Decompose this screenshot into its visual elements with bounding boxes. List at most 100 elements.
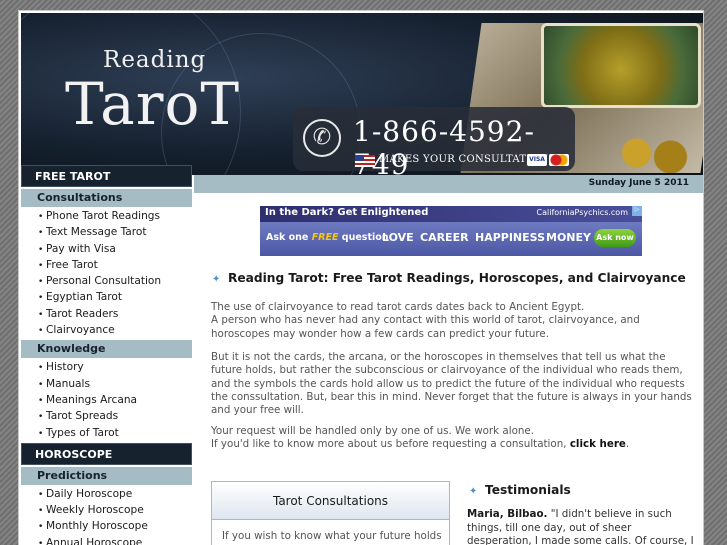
sparkle-icon: ✦ [469,486,478,497]
ad-headline[interactable]: In the Dark? Get Enlightened [265,207,428,218]
sparkle-icon: ✦ [212,274,221,285]
ad-word-happiness[interactable]: HAPPINESS [475,231,545,244]
sidebar-item-text-message-tarot[interactable]: • Text Message Tarot [21,224,192,240]
sidebar-item-label[interactable]: Tarot Spreads [46,410,118,422]
site-header: Reading TaroT ✆ 1-866-4592-749 MAKES YOU… [21,13,703,175]
ad-ask-now-button[interactable]: Ask now [594,229,636,247]
sidebar-item-label[interactable]: Free Tarot [46,259,98,271]
ad-brand[interactable]: CaliforniaPsychics.com [537,208,628,217]
sidebar-item-label[interactable]: Weekly Horoscope [46,504,144,516]
sidebar-item-label[interactable]: Meanings Arcana [46,394,137,406]
sidebar-header-knowledge: Knowledge [21,340,192,359]
coins-image [611,133,696,173]
ad-banner[interactable]: In the Dark? Get Enlightened CaliforniaP… [260,206,642,256]
sidebar-item-label[interactable]: Manuals [46,378,90,390]
ad-bottom-strip: Ask one FREE question LOVE CAREER HAPPIN… [260,222,642,256]
consultation-tagline: MAKES YOUR CONSULTATION [379,154,549,165]
bullet-icon: • [38,379,44,390]
mastercard-icon [549,154,569,166]
intro-line-2: A person who has never had any contact w… [211,314,640,340]
sidebar-item-tarot-readers[interactable]: • Tarot Readers [21,306,192,322]
visa-icon: VISA [527,154,547,166]
sidebar-item-history[interactable]: • History [21,359,192,375]
sidebar-item-label[interactable]: Pay with Visa [46,243,116,255]
knowledge-list: • History • Manuals • Meanings Arcana • Taro… [21,358,192,440]
phone-banner: ✆ 1-866-4592-749 MAKES YOUR CONSULTATION… [293,107,575,175]
phone-icon: ✆ [303,119,341,157]
phone-number: 1-866-4592-749 [353,115,535,175]
intro-line-1: The use of clairvoyance to read tarot ca… [211,301,585,313]
bullet-icon: • [38,293,44,304]
ad-top-strip: In the Dark? Get Enlightened CaliforniaP… [260,206,642,222]
bullet-icon: • [38,277,44,288]
consultations-list: • Phone Tarot Readings • Text Message Taro… [21,207,192,338]
bullet-icon: • [38,244,44,255]
sidebar-header-free-tarot[interactable]: FREE TAROT [21,165,192,187]
sidebar: FREE TAROT Consultations • Phone Tarot Re… [21,165,192,545]
sidebar-item-annual-horoscope[interactable]: • Annual Horoscope [21,535,192,545]
bullet-icon: • [38,260,44,271]
sidebar-item-monthly-horoscope[interactable]: • Monthly Horoscope [21,518,192,534]
sidebar-item-label[interactable]: Types of Tarot [46,427,119,439]
sidebar-header-consultations: Consultations [21,189,192,207]
bullet-icon: • [38,212,44,222]
current-date: Sunday June 5 2011 [588,178,689,188]
sidebar-item-free-tarot[interactable]: • Free Tarot [21,257,192,273]
sidebar-item-daily-horoscope[interactable]: • Daily Horoscope [21,486,192,502]
sidebar-item-clairvoyance[interactable]: • Clairvoyance [21,322,192,338]
bullet-icon: • [38,538,44,545]
request-line-end: . [625,438,630,451]
sidebar-item-manuals[interactable]: • Manuals [21,376,192,392]
tarot-consultations-box: Tarot Consultations If you wish to know … [211,481,450,545]
sidebar-item-label[interactable]: Tarot Readers [46,308,118,320]
ad-word-love[interactable]: LOVE [382,231,414,244]
sidebar-item-label[interactable]: Clairvoyance [46,324,115,336]
testimonial-author: Maria, Bilbao. [467,508,548,520]
ad-ask-text: Ask one FREE question [266,232,389,243]
ad-word-money[interactable]: MONEY [546,231,591,244]
sidebar-item-types-of-tarot[interactable]: • Types of Tarot [21,425,192,441]
sidebar-item-egyptian-tarot[interactable]: • Egyptian Tarot [21,289,192,305]
sidebar-header-horoscope[interactable]: HOROSCOPE [21,442,192,465]
page-container: Reading TaroT ✆ 1-866-4592-749 MAKES YOU… [18,10,704,545]
sidebar-item-label[interactable]: Text Message Tarot [46,226,147,238]
sidebar-item-label[interactable]: Annual Horoscope [46,537,142,545]
sidebar-item-meanings-arcana[interactable]: • Meanings Arcana [21,392,192,408]
logo-tarot-text[interactable]: TaroT [65,69,240,139]
pentacle-card-image [541,23,701,108]
sidebar-item-tarot-spreads[interactable]: • Tarot Spreads [21,408,192,424]
sidebar-item-label[interactable]: Personal Consultation [46,275,161,287]
sidebar-item-personal-consultation[interactable]: • Personal Consultation [21,273,192,289]
testimonials-title-text: Testimonials [485,483,571,497]
bullet-icon: • [38,363,44,374]
bullet-icon: • [38,228,44,239]
adchoices-icon[interactable]: ▷ [632,206,642,216]
ad-word-career[interactable]: CAREER [420,231,469,244]
request-line-2: If you'd like to know more about us befo… [211,438,567,451]
bullet-icon: • [38,309,44,320]
bullet-icon: • [38,506,44,517]
request-line-1: Your request will be handled only by one… [211,425,534,437]
predictions-list: • Daily Horoscope • Weekly Horoscope • Mont… [21,485,192,545]
bullet-icon: • [38,412,44,423]
sidebar-item-label[interactable]: History [46,361,84,373]
sidebar-item-pay-with-visa[interactable]: • Pay with Visa [21,241,192,257]
sidebar-item-phone-tarot[interactable]: • Phone Tarot Readings [21,208,192,224]
body-paragraph: But it is not the cards, the arcana, or … [211,351,692,417]
page-title-text: Reading Tarot: Free Tarot Readings, Horo… [228,271,686,285]
request-paragraph: Your request will be handled only by one… [211,425,693,452]
sidebar-item-label[interactable]: Daily Horoscope [46,488,132,500]
consultations-box-text: If you wish to know what your future hol… [222,530,442,542]
page-title: ✦ Reading Tarot: Free Tarot Readings, Hor… [212,271,686,285]
ad-ask-prefix: Ask one [266,232,309,243]
bullet-icon: • [38,326,44,337]
sidebar-item-weekly-horoscope[interactable]: • Weekly Horoscope [21,502,192,518]
date-bar: Sunday June 5 2011 [194,175,703,193]
sidebar-item-label[interactable]: Egyptian Tarot [46,291,122,303]
intro-paragraph: The use of clairvoyance to read tarot ca… [211,301,693,341]
sidebar-item-label[interactable]: Monthly Horoscope [46,520,148,532]
sidebar-item-label[interactable]: Phone Tarot Readings [46,210,160,222]
click-here-link[interactable]: click here [570,438,626,450]
ad-ask-free: FREE [311,232,339,243]
consultations-box-title[interactable]: Tarot Consultations [212,482,449,520]
